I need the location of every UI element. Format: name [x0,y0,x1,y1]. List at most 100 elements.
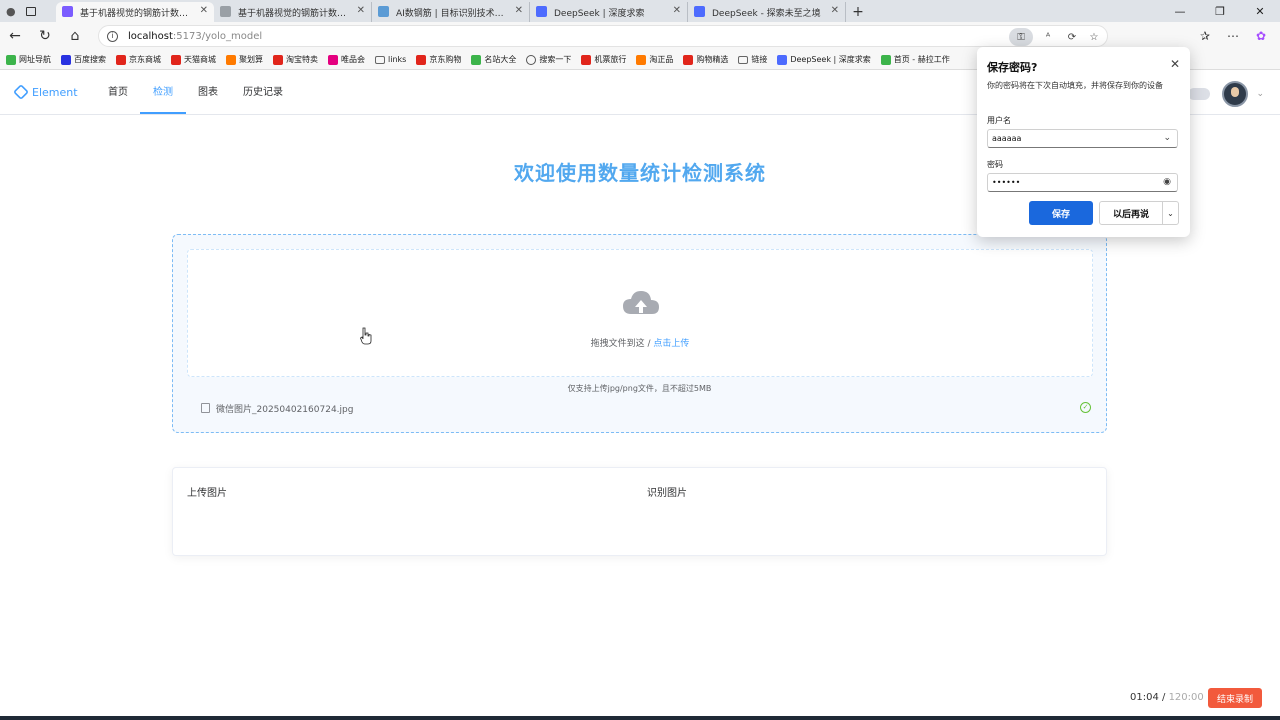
tab-favicon-icon [378,6,389,17]
url-host: localhost [128,30,173,42]
upload-panel: 拖拽文件到这 / 点击上传 仅支持上传jpg/png文件，且不超过5MB 微信图… [172,234,1107,433]
browser-tab-1[interactable]: 基于机器视觉的钢筋计数系统算法 ✕ [214,2,372,22]
bookmark-item[interactable]: 机票旅行 [581,54,626,65]
bookmark-favicon-icon [880,54,891,65]
browser-tab-4[interactable]: DeepSeek - 探索未至之境 ✕ [688,2,846,22]
menu-item-chart[interactable]: 图表 [190,71,226,114]
upload-tip: 仅支持上传jpg/png文件，且不超过5MB [567,384,712,393]
tab-favicon-icon [220,6,231,17]
upload-drag-text: 拖拽文件到这 / 点击上传 [590,339,690,349]
stop-recording-button[interactable]: 结束录制 [1208,688,1262,708]
bookmark-item[interactable]: DeepSeek | 深度求索 [777,54,871,65]
info-icon[interactable]: i [107,30,118,42]
bookmark-item[interactable]: 淘宝特卖 [273,54,318,65]
tab-title: AI数钢筋 | 目标识别技术在钢筋计 [396,8,509,19]
restore-icon[interactable]: ❐ [1200,0,1240,22]
app-logo[interactable]: Element [13,84,78,100]
tab-close-icon[interactable]: ✕ [831,5,839,16]
workspaces-icon[interactable] [25,6,36,16]
recognized-image-label: 识别图片 [647,488,687,499]
bookmark-favicon-icon [116,54,126,65]
bookmark-item[interactable]: 天猫商城 [171,54,216,65]
more-menu-icon[interactable]: ⋯ [1222,25,1244,47]
upload-cloud-icon [623,291,659,314]
browser-tab-3[interactable]: DeepSeek | 深度求索 ✕ [530,2,688,22]
bookmark-item[interactable]: 唯品会 [328,54,365,65]
recording-timer: 01:04 / 120:00 [1130,692,1204,703]
url-input[interactable]: i localhost:5173/yolo_model ⚿ ᴬ ⟳ ☆ [98,25,1108,47]
browser-toolbar-right: ✰ ⋯ ✿ [1194,25,1272,47]
menu-item-history[interactable]: 历史记录 [234,71,292,114]
bookmark-favicon-icon [471,54,482,65]
menu-item-home[interactable]: 首页 [100,71,136,114]
read-aloud-icon[interactable]: ᴬ [1039,28,1057,46]
back-button[interactable]: ← [0,22,30,50]
uploaded-file-item[interactable]: 微信图片_20250402160724.jpg ✓ [201,400,1091,416]
upload-dragger[interactable]: 拖拽文件到这 / 点击上传 [187,249,1093,377]
avatar[interactable] [1222,81,1248,107]
tab-close-icon[interactable]: ✕ [357,5,365,16]
password-field[interactable]: •••••• ◉ [987,173,1178,192]
bookmark-item[interactable]: 搜索一下 [526,54,571,65]
tab-title: DeepSeek - 探索未至之境 [712,8,821,19]
reload-button[interactable]: ↻ [30,22,60,50]
save-password-dialog: 保存密码? ✕ 你的密码将在下次自动填充，并将保存到你的设备 用户名 aaaaa… [977,47,1190,237]
favorite-star-icon[interactable]: ☆ [1085,28,1103,46]
hand-cursor-icon [360,327,372,345]
bookmark-favicon-icon [61,54,71,65]
bookmark-item[interactable]: 购物精选 [683,54,728,65]
bookmark-folder[interactable]: links [375,55,406,64]
chevron-down-icon[interactable]: ⌄ [1256,89,1264,99]
close-icon[interactable]: ✕ [1170,57,1180,71]
bookmark-folder[interactable]: 链接 [738,54,767,65]
click-upload-link[interactable]: 点击上传 [653,339,689,349]
url-path: :5173/yolo_model [172,30,263,42]
bookmark-favicon-icon [777,54,788,65]
home-icon: ⌂ [70,28,80,44]
save-button[interactable]: 保存 [1029,201,1093,225]
profile-icon[interactable]: ● [6,5,16,18]
bookmark-favicon-icon [581,54,592,65]
arrow-left-icon: ← [9,28,21,44]
taskbar-strip [0,716,1280,720]
favorites-icon[interactable]: ✰ [1194,25,1216,47]
tab-close-icon[interactable]: ✕ [200,5,208,16]
browser-tab-0[interactable]: 基于机器视觉的钢筋计数系统算法 ✕ [56,2,214,22]
bookmark-item[interactable]: 京东商城 [116,54,161,65]
reload-icon: ↻ [39,28,51,44]
bookmark-favicon-icon [6,54,16,65]
copilot-icon[interactable]: ✿ [1250,25,1272,47]
username-label: 用户名 [987,116,1011,125]
bookmark-favicon-icon [328,54,338,65]
chevron-down-icon[interactable]: ⌄ [1163,130,1171,147]
close-window-icon[interactable]: ✕ [1240,0,1280,22]
later-button[interactable]: 以后再说 [1099,201,1163,225]
menu-item-detect[interactable]: 检测 [140,71,186,114]
theme-toggle[interactable] [1188,88,1210,100]
logo-text: Element [32,85,78,99]
tab-title: 基于机器视觉的钢筋计数系统算法 [80,8,194,19]
key-icon[interactable]: ⚿ [1009,28,1033,46]
bookmark-item[interactable]: 聚划算 [226,54,263,65]
file-name: 微信图片_20250402160724.jpg [216,404,354,415]
bookmark-item[interactable]: 首页 - 赫拉工作 [880,54,950,65]
browser-tab-2[interactable]: AI数钢筋 | 目标识别技术在钢筋计 ✕ [372,2,530,22]
upload-image-label: 上传图片 [187,488,227,499]
home-button[interactable]: ⌂ [60,22,90,50]
username-field[interactable]: aaaaaa ⌄ [987,129,1178,148]
bookmark-item[interactable]: 京东购物 [416,54,461,65]
more-options-button[interactable]: ⌄ [1162,201,1179,225]
minimize-icon[interactable]: — [1160,0,1200,22]
bookmark-item[interactable]: 名站大全 [471,54,516,65]
bookmark-favicon-icon [636,54,647,65]
new-tab-button[interactable]: + [846,2,870,22]
folder-icon [375,55,385,64]
eye-icon[interactable]: ◉ [1163,174,1171,191]
bookmark-item[interactable]: 百度搜索 [61,54,106,65]
bookmark-item[interactable]: 网址导航 [6,54,51,65]
tab-favicon-icon [536,6,547,17]
bookmark-item[interactable]: 淘正品 [636,54,673,65]
extension-icon[interactable]: ⟳ [1063,28,1081,46]
tab-close-icon[interactable]: ✕ [515,5,523,16]
tab-close-icon[interactable]: ✕ [673,5,681,16]
